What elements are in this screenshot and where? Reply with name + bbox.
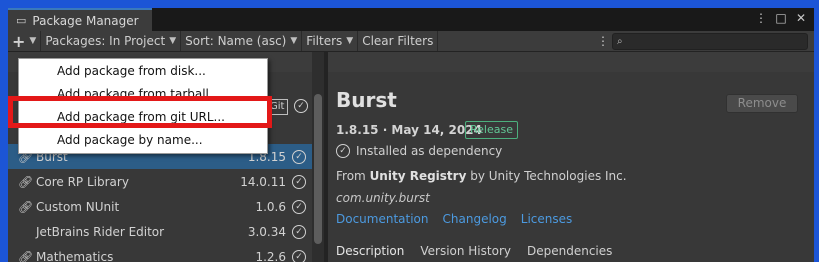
packages-scope-dropdown[interactable]: Packages: In Project ▼ [41,31,182,51]
packages-scope-label: Packages: In Project [45,34,166,48]
package-icon: ▭ [16,14,27,27]
version-date: 1.8.15 · May 14, 2024 [336,123,482,137]
changelog-link[interactable]: Changelog [443,212,507,226]
more-options-icon[interactable]: ⋮ [754,11,768,25]
list-item[interactable]: 🔗︎ Core RP Library 14.0.11 ✓ [8,169,312,194]
sort-label: Sort: Name (asc) [185,34,287,48]
package-version: 1.0.6 [255,199,286,214]
toolbar: + ▼ Packages: In Project ▼ Sort: Name (a… [8,31,814,52]
package-manager-window: ▭ Package Manager ⋮ □ ✕ + ▼ Packages: In… [8,8,814,262]
list-scrollbar[interactable] [312,52,324,262]
sort-dropdown[interactable]: Sort: Name (asc) ▼ [181,31,303,51]
window-tab[interactable]: ▭ Package Manager [8,8,152,31]
installed-check-icon: ✓ [292,149,306,164]
details-tabs: Description Version History Dependencies [328,240,620,262]
installed-check-icon: ✓ [292,224,306,239]
licenses-link[interactable]: Licenses [521,212,573,226]
package-version: 3.0.34 [247,224,286,239]
maximize-icon[interactable]: □ [774,11,788,25]
title-bar: ▭ Package Manager ⋮ □ ✕ [8,8,814,31]
toolbar-menu-icon[interactable]: ⋮ [594,34,612,48]
package-name: Mathematics [36,249,114,262]
package-name: Core RP Library [36,174,129,189]
package-version: 1.2.6 [255,249,286,262]
scrollbar-thumb[interactable] [314,94,322,244]
menu-item-add-from-disk[interactable]: Add package from disk... [19,60,267,83]
link-icon: 🔗︎ [18,249,34,262]
installed-status: ✓ Installed as dependency [336,144,502,158]
chevron-down-icon: ▼ [29,36,37,46]
installed-text: Installed as dependency [356,144,503,158]
registry-name: Unity Registry [369,169,467,183]
link-icon: 🔗︎ [18,199,34,214]
window-title: Package Manager [32,13,139,28]
release-badge: Release [465,121,518,139]
from-prefix: From [336,169,366,183]
list-item[interactable]: 🔗︎ Mathematics 1.2.6 ✓ [8,244,312,262]
clear-filters-button[interactable]: Clear Filters [358,31,439,51]
add-package-button[interactable]: + ▼ [8,31,42,51]
documentation-link[interactable]: Documentation [336,212,429,226]
package-name: JetBrains Rider Editor [36,224,165,239]
remove-button[interactable]: Remove [726,94,798,113]
clear-filters-label: Clear Filters [362,34,434,48]
chevron-down-icon: ▼ [169,36,177,46]
package-name: Custom NUnit [36,199,120,214]
tab-description[interactable]: Description [328,240,412,262]
installed-check-icon: ✓ [294,99,308,113]
package-links: Documentation Changelog Licenses [336,212,572,226]
installed-check-icon: ✓ [336,144,350,158]
source-line: From Unity Registry by Unity Technologie… [336,169,627,183]
link-icon: 🔗︎ [18,174,34,189]
tab-version-history[interactable]: Version History [412,240,519,262]
list-item[interactable]: 🔗︎ Custom NUnit 1.0.6 ✓ [8,194,312,219]
tab-dependencies[interactable]: Dependencies [519,240,620,262]
details-header [328,52,814,72]
window-controls: ⋮ □ ✕ [754,11,808,25]
installed-check-icon: ✓ [292,249,306,262]
menu-item-add-by-name[interactable]: Add package by name... [19,129,267,152]
close-icon[interactable]: ✕ [794,11,808,25]
package-id: com.unity.burst [336,191,430,205]
package-details-pane: Burst Remove 1.8.15 · May 14, 2024 Relea… [328,52,814,262]
filters-dropdown[interactable]: Filters ▼ [302,31,359,51]
plus-icon: + [12,31,26,51]
installed-check-icon: ✓ [292,199,306,214]
package-version: 14.0.11 [240,174,286,189]
from-suffix: by Unity Technologies Inc. [470,169,627,183]
package-title: Burst [336,88,397,112]
search-icon: ⌕ [617,35,623,47]
highlight-box [8,96,272,128]
installed-check-icon: ✓ [292,174,306,189]
search-input[interactable]: ⌕ [612,32,808,50]
filters-label: Filters [306,34,343,48]
chevron-down-icon: ▼ [346,36,354,46]
list-item[interactable]: JetBrains Rider Editor 3.0.34 ✓ [8,219,312,244]
chevron-down-icon: ▼ [290,36,298,46]
